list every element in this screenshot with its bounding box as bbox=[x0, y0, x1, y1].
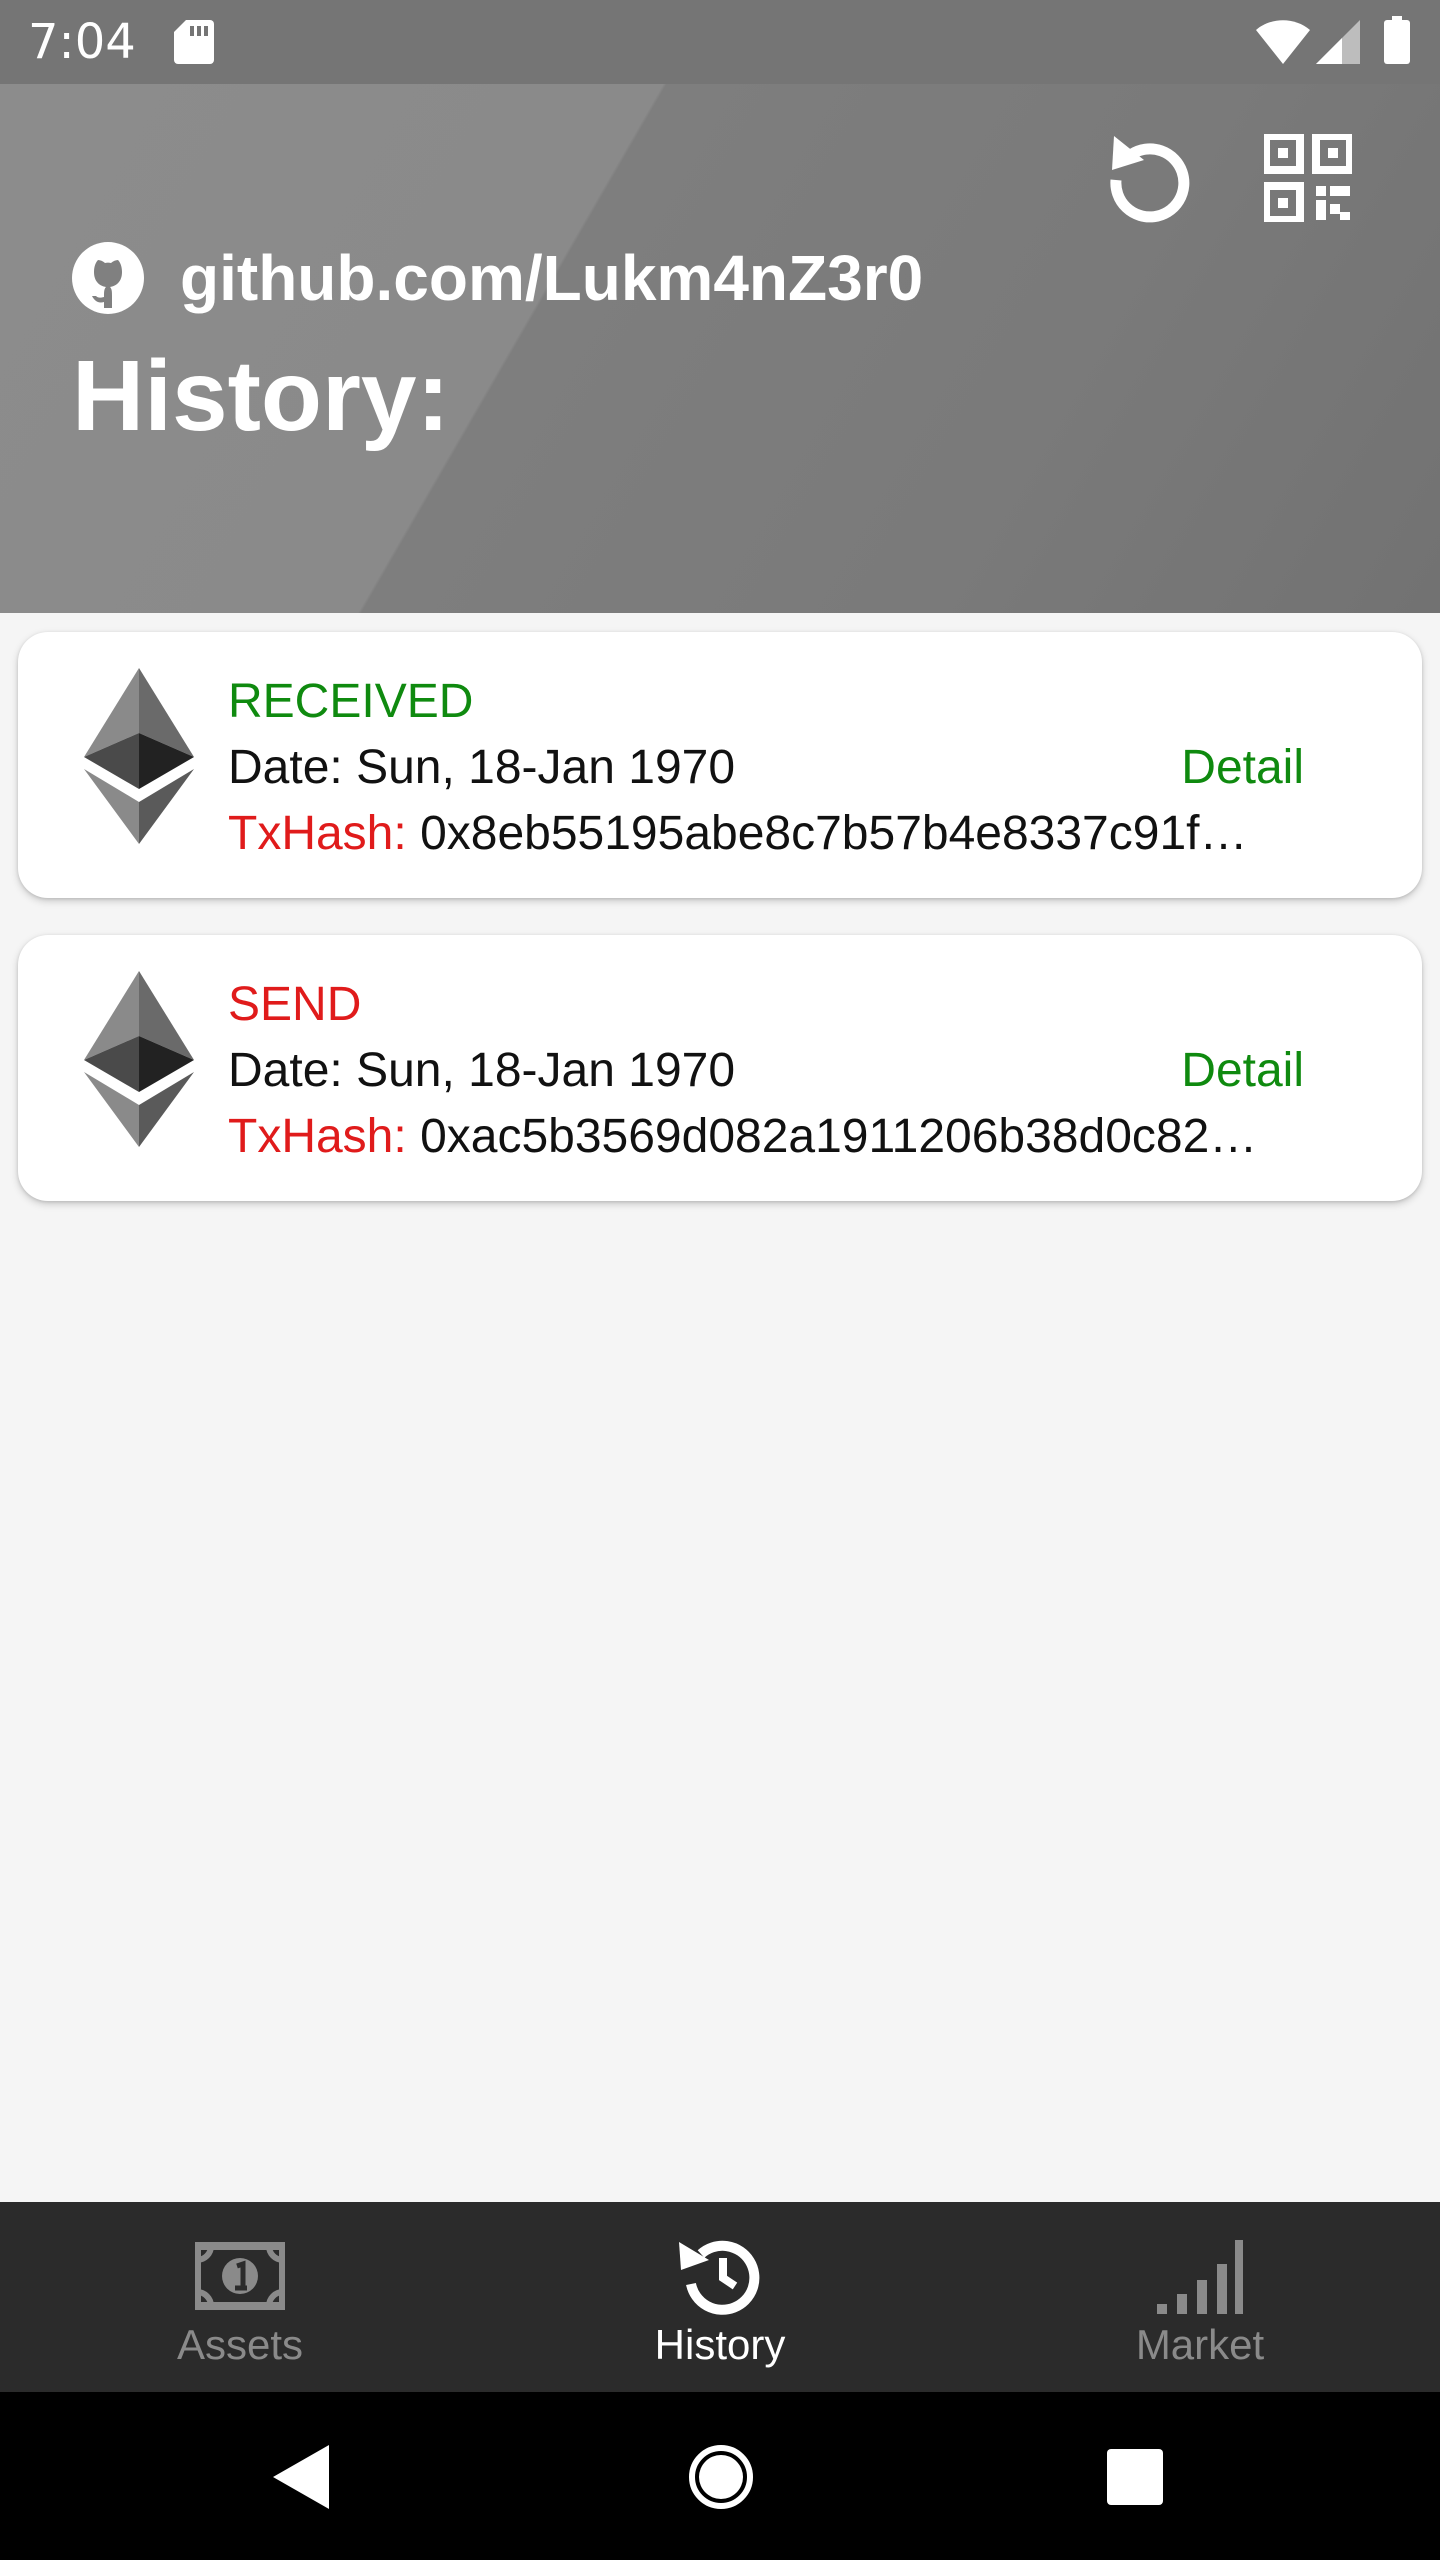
bottom-navigation: Assets History Market bbox=[0, 2202, 1440, 2392]
nav-label-assets: Assets bbox=[176, 2321, 304, 2368]
tx-hash-label: TxHash: bbox=[228, 1110, 407, 1163]
money-icon bbox=[195, 2242, 285, 2310]
qr-code-icon bbox=[1264, 134, 1352, 222]
nav-label-history: History bbox=[654, 2321, 786, 2368]
tx-hash-value: 0x8eb55195abe8c7b57b4e8337c91f… bbox=[420, 807, 1248, 860]
home-circle-icon bbox=[689, 2445, 753, 2509]
refresh-button[interactable] bbox=[1100, 128, 1200, 228]
transaction-card[interactable]: SEND Date: Sun, 18-Jan 1970 Detail TxHas… bbox=[18, 935, 1422, 1201]
transaction-date: Date: Sun, 18-Jan 1970 bbox=[228, 1044, 736, 1097]
back-triangle-icon bbox=[273, 2445, 329, 2509]
nav-item-market[interactable]: Market bbox=[960, 2202, 1440, 2392]
page-title: History: bbox=[72, 340, 450, 452]
tx-hash-value: 0xac5b3569d082a1911206b38d0c82… bbox=[420, 1110, 1258, 1163]
github-url[interactable]: github.com/Lukm4nZ3r0 bbox=[180, 242, 923, 314]
recents-square-icon bbox=[1107, 2449, 1163, 2505]
transaction-hash: TxHash: 0x8eb55195abe8c7b57b4e8337c91f… bbox=[228, 806, 1247, 862]
home-button[interactable] bbox=[676, 2432, 766, 2522]
transaction-type: SEND bbox=[228, 978, 362, 1031]
cell-signal-icon bbox=[1316, 20, 1360, 64]
nav-item-assets[interactable]: Assets bbox=[0, 2202, 480, 2392]
battery-icon bbox=[1384, 16, 1410, 64]
nav-item-history[interactable]: History bbox=[480, 2202, 960, 2392]
transaction-type: RECEIVED bbox=[228, 675, 474, 728]
detail-link[interactable]: Detail bbox=[1181, 1043, 1304, 1099]
signal-bars-icon bbox=[1157, 2240, 1243, 2314]
transaction-date: Date: Sun, 18-Jan 1970 bbox=[228, 741, 736, 794]
tx-hash-label: TxHash: bbox=[228, 807, 407, 860]
history-header: github.com/Lukm4nZ3r0 History: bbox=[0, 84, 1440, 613]
github-icon bbox=[72, 242, 144, 314]
nav-label-market: Market bbox=[1135, 2321, 1265, 2368]
ethereum-icon bbox=[84, 668, 194, 844]
status-bar: 7:04 bbox=[0, 0, 1440, 84]
ethereum-icon bbox=[84, 971, 194, 1147]
status-time: 7:04 bbox=[28, 14, 136, 70]
qr-code-button[interactable] bbox=[1258, 128, 1358, 228]
system-navigation-bar bbox=[0, 2392, 1440, 2560]
history-icon bbox=[679, 2240, 760, 2315]
wifi-icon bbox=[1256, 20, 1310, 64]
back-button[interactable] bbox=[256, 2432, 346, 2522]
sd-card-icon bbox=[174, 20, 214, 64]
transaction-hash: TxHash: 0xac5b3569d082a1911206b38d0c82… bbox=[228, 1109, 1257, 1165]
transaction-card[interactable]: RECEIVED Date: Sun, 18-Jan 1970 Detail T… bbox=[18, 632, 1422, 898]
recents-button[interactable] bbox=[1090, 2432, 1180, 2522]
refresh-icon bbox=[1110, 136, 1190, 223]
detail-link[interactable]: Detail bbox=[1181, 740, 1304, 796]
